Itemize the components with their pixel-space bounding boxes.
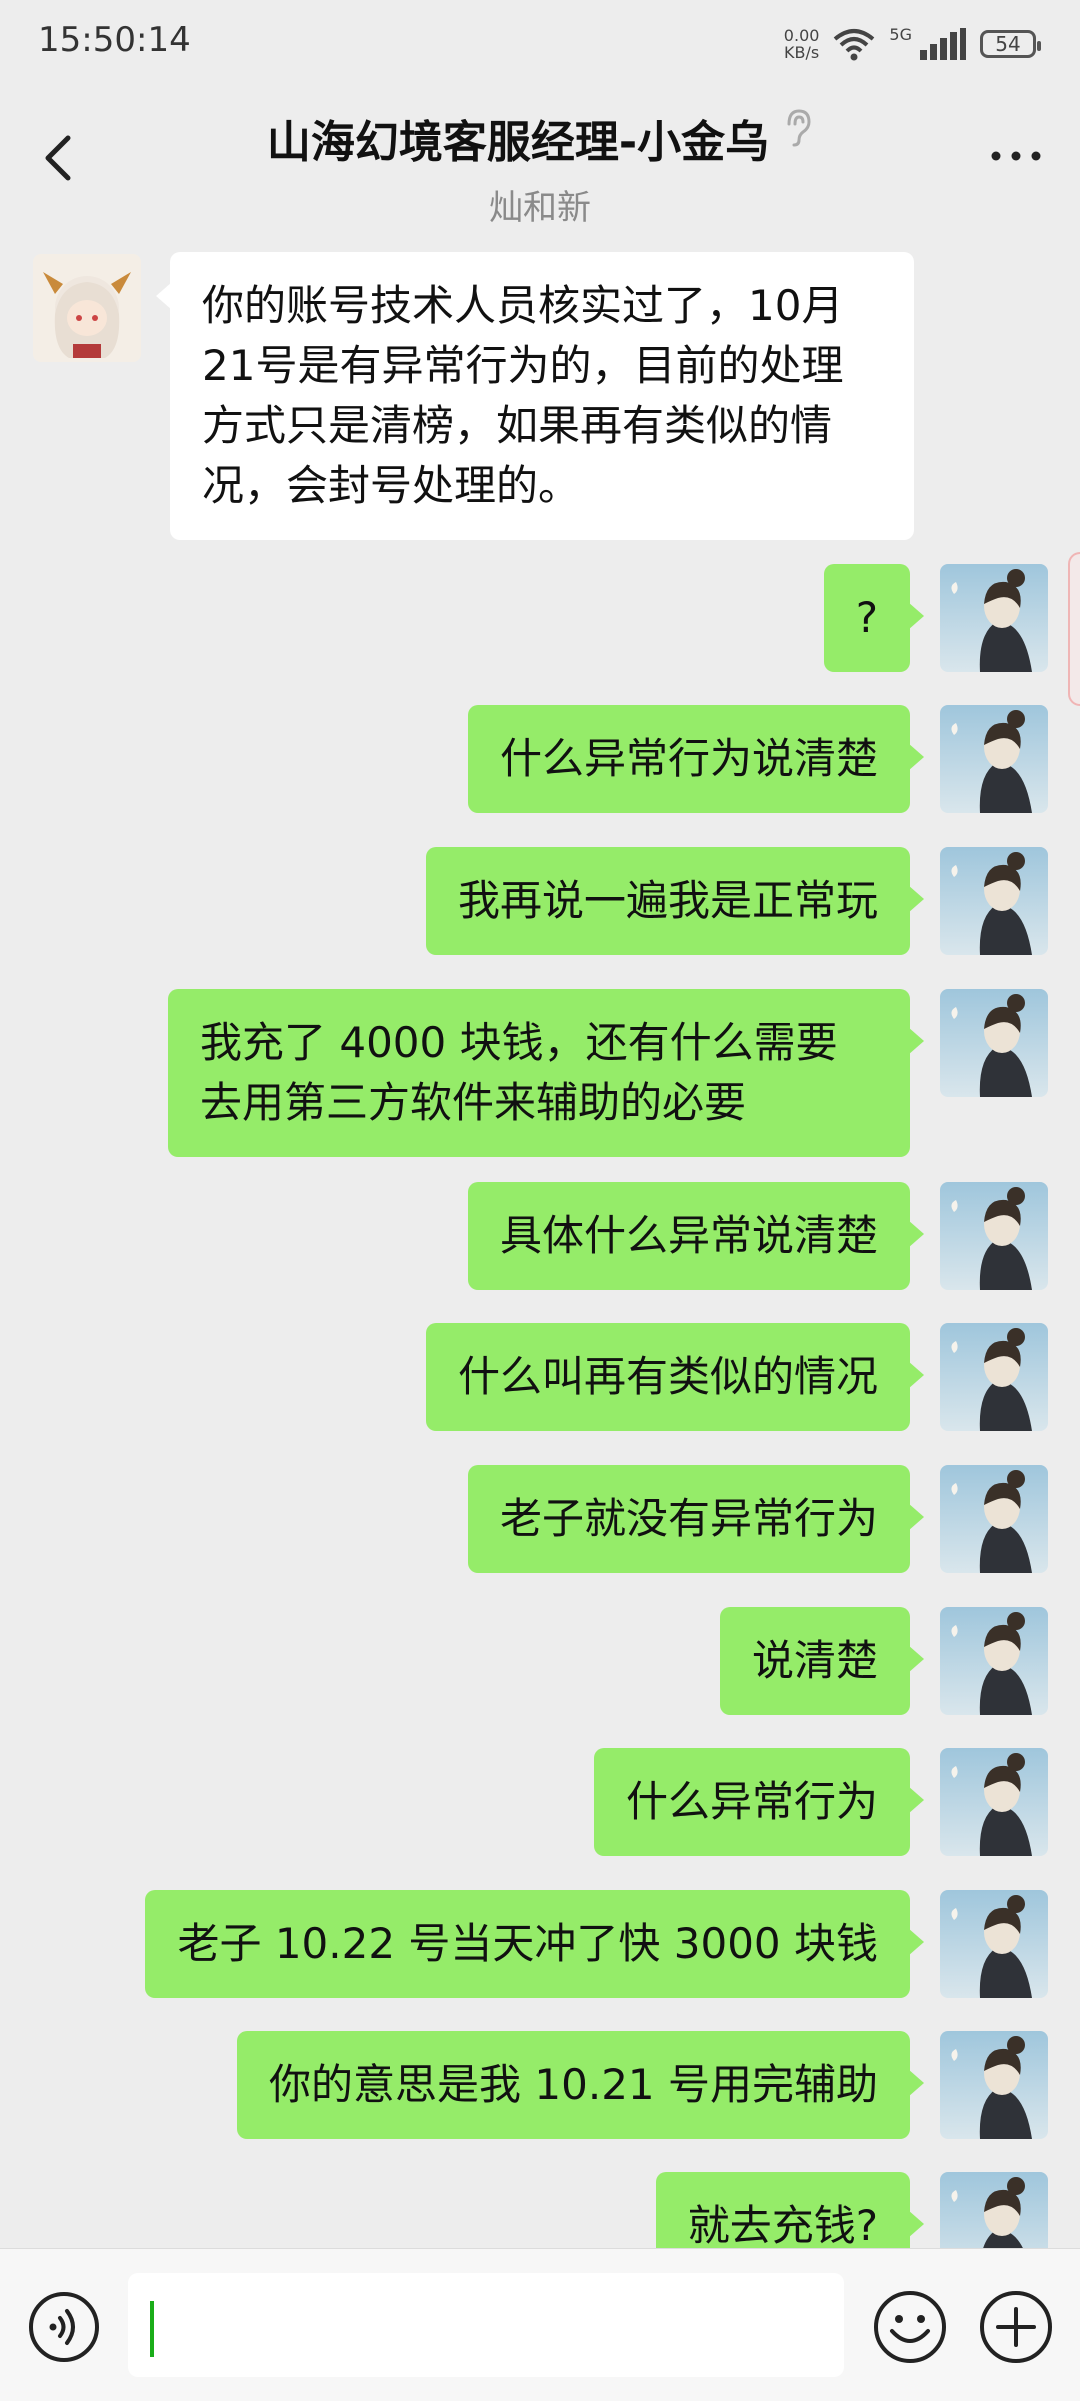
message-bubble-incoming[interactable]: 你的账号技术人员核实过了，10月21号是有异常行为的，目前的处理方式只是清榜，如… bbox=[156, 252, 914, 540]
ear-icon bbox=[787, 109, 811, 147]
avatar-me[interactable] bbox=[940, 2031, 1048, 2139]
message-bubble-outgoing[interactable]: 什么异常行为 bbox=[593, 1748, 925, 1856]
chat-title: 山海幻境客服经理-小金乌 bbox=[266, 117, 770, 168]
avatar-me[interactable] bbox=[940, 1465, 1048, 1573]
network-type: 5G bbox=[889, 24, 912, 44]
avatar-me[interactable] bbox=[940, 705, 1048, 813]
message-input[interactable] bbox=[128, 2273, 844, 2377]
message-text: 什么叫再有类似的情况 bbox=[457, 1352, 878, 1401]
network-speed-value: 0.00 bbox=[783, 26, 820, 45]
network-speed-unit: KB/s bbox=[784, 43, 820, 62]
avatar-me[interactable] bbox=[940, 1323, 1048, 1431]
message-bubble-outgoing[interactable]: 老子 10.22 号当天冲了快 3000 块钱 bbox=[145, 1890, 924, 1998]
avatar-me[interactable] bbox=[940, 1890, 1048, 1998]
status-icons: 0.00 KB/s 5G 54 bbox=[784, 22, 1041, 66]
chat-subtitle: 灿和新 bbox=[489, 188, 591, 228]
plus-icon[interactable] bbox=[978, 2289, 1054, 2365]
message-bubble-outgoing[interactable]: 你的意思是我 10.21 号用完辅助 bbox=[237, 2031, 924, 2139]
wifi-icon bbox=[834, 29, 875, 61]
voice-icon[interactable] bbox=[28, 2291, 100, 2363]
message-text: 我充了 4000 块钱，还有什么需要去用第三方软件来辅助的必要 bbox=[200, 1018, 838, 1127]
message-bubble-outgoing[interactable]: 具体什么异常说清楚 bbox=[467, 1182, 925, 1290]
input-bar bbox=[0, 2248, 1080, 2401]
message-bubble-outgoing[interactable]: ? bbox=[823, 564, 925, 672]
message-text: 具体什么异常说清楚 bbox=[499, 1211, 878, 1260]
message-text: 你的意思是我 10.21 号用完辅助 bbox=[269, 2060, 878, 2109]
message-text: 你的账号技术人员核实过了，10月21号是有异常行为的，目前的处理方式只是清榜，如… bbox=[202, 281, 844, 510]
avatar-me[interactable] bbox=[940, 989, 1048, 1097]
more-dots-icon[interactable] bbox=[986, 136, 1046, 176]
text-cursor bbox=[150, 2301, 154, 2357]
avatar-me[interactable] bbox=[940, 1182, 1048, 1290]
network-speed: 0.00 KB/s bbox=[784, 27, 820, 61]
message-text: 老子就没有异常行为 bbox=[499, 1494, 878, 1543]
message-text: ? bbox=[855, 593, 878, 642]
message-text: 说清楚 bbox=[751, 1636, 878, 1685]
status-bar: 15:50:14 0.00 KB/s 5G 54 bbox=[0, 0, 1080, 88]
avatar-me[interactable] bbox=[940, 1748, 1048, 1856]
battery-level: 54 bbox=[995, 32, 1021, 56]
message-text: 我再说一遍我是正常玩 bbox=[457, 876, 878, 925]
message-text: 就去充钱? bbox=[687, 2201, 878, 2248]
signal-icon bbox=[920, 28, 966, 60]
message-bubble-outgoing[interactable]: 就去充钱? bbox=[655, 2172, 925, 2248]
avatar-me[interactable] bbox=[940, 1607, 1048, 1715]
message-bubble-outgoing[interactable]: 什么异常行为说清楚 bbox=[467, 705, 925, 813]
avatar-me[interactable] bbox=[940, 2172, 1048, 2248]
message-text: 什么异常行为说清楚 bbox=[499, 734, 878, 783]
avatar-me[interactable] bbox=[940, 564, 1048, 672]
chat-title-block: 山海幻境客服经理-小金乌 灿和新 bbox=[0, 106, 1080, 229]
emoji-icon[interactable] bbox=[872, 2289, 948, 2365]
status-time: 15:50:14 bbox=[38, 20, 191, 60]
message-bubble-outgoing[interactable]: 我再说一遍我是正常玩 bbox=[425, 847, 925, 955]
message-list[interactable]: 你的账号技术人员核实过了，10月21号是有异常行为的，目前的处理方式只是清榜，如… bbox=[0, 228, 1080, 2248]
message-text: 老子 10.22 号当天冲了快 3000 块钱 bbox=[177, 1919, 878, 1968]
message-bubble-outgoing[interactable]: 说清楚 bbox=[719, 1607, 925, 1715]
message-bubble-outgoing[interactable]: 老子就没有异常行为 bbox=[467, 1465, 925, 1573]
avatar-other[interactable] bbox=[33, 254, 141, 362]
message-bubble-outgoing[interactable]: 什么叫再有类似的情况 bbox=[425, 1323, 925, 1431]
chat-header: 山海幻境客服经理-小金乌 灿和新 bbox=[0, 88, 1080, 228]
message-bubble-outgoing[interactable]: 我充了 4000 块钱，还有什么需要去用第三方软件来辅助的必要 bbox=[168, 989, 924, 1157]
message-text: 什么异常行为 bbox=[625, 1777, 878, 1826]
battery-icon: 54 bbox=[980, 30, 1041, 58]
avatar-me[interactable] bbox=[940, 847, 1048, 955]
